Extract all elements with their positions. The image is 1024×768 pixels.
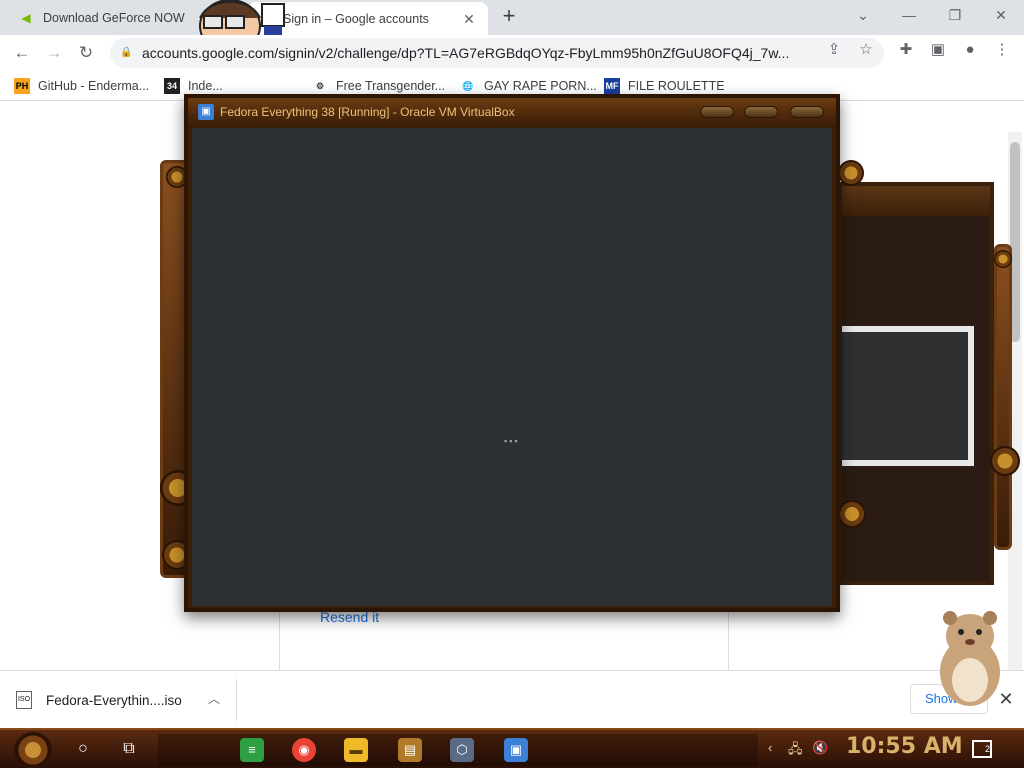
virtualbox-title: Fedora Everything 38 [Running] - Oracle … xyxy=(220,105,515,119)
close-window-button[interactable]: ✕ xyxy=(978,0,1024,32)
task-view-icon[interactable]: ⧉ xyxy=(116,736,142,762)
steampunk-pipe-right xyxy=(994,244,1012,550)
taskbar-clock[interactable]: 10:55 AM xyxy=(846,734,963,759)
bookmark-icon: 34 xyxy=(164,78,180,94)
background-window-titlebar xyxy=(842,186,990,216)
address-bar[interactable]: 🔒 accounts.google.com/signin/v2/challeng… xyxy=(110,38,884,68)
nvidia-icon: ◀ xyxy=(21,10,31,25)
minimize-button[interactable]: — xyxy=(886,0,932,32)
downloads-bar: ISO Fedora-Everythin....iso ︿ Show all ✕ xyxy=(0,670,1024,728)
bookmark-free-transgender[interactable]: ⚙ Free Transgender... xyxy=(312,77,445,95)
download-item[interactable]: ISO Fedora-Everythin....iso xyxy=(16,689,182,711)
bookmark-label: Inde... xyxy=(188,79,223,93)
search-icon[interactable]: ○ xyxy=(70,736,96,762)
gear-icon xyxy=(838,500,866,528)
vm-minimize-button[interactable] xyxy=(700,106,734,118)
bookmark-github[interactable]: PH GitHub - Enderma... xyxy=(14,77,149,95)
file-explorer-icon[interactable]: ▬ xyxy=(344,738,368,762)
divider xyxy=(236,679,237,721)
virtualbox-taskbar-icon[interactable]: ⬡ xyxy=(450,738,474,762)
globe-icon: 🌐 xyxy=(462,81,474,91)
virtualbox-icon: ▣ xyxy=(198,104,214,120)
vm-running-icon[interactable]: ▣ xyxy=(504,738,528,762)
virtualbox-titlebar[interactable]: ▣ Fedora Everything 38 [Running] - Oracl… xyxy=(188,98,836,126)
background-window-screen xyxy=(842,326,974,466)
bookmark-star-icon[interactable]: ☆ xyxy=(854,38,878,62)
taskbar: ○ ⧉ ≡ ◉ ▬ ▤ ⬡ ▣ ‹ 🖧 🔇 10:55 AM 2 xyxy=(0,728,1024,768)
bookmark-icon: MF xyxy=(604,78,620,94)
download-file-name: Fedora-Everythin....iso xyxy=(46,692,182,708)
vm-maximize-button[interactable] xyxy=(744,106,778,118)
chevron-up-icon[interactable]: ︿ xyxy=(204,689,224,709)
tray-expand-icon[interactable]: ‹ xyxy=(768,740,772,755)
gear-icon xyxy=(990,446,1020,476)
menu-icon[interactable]: ⋮ xyxy=(990,38,1014,62)
back-button[interactable]: ← xyxy=(8,39,36,67)
vm-close-button[interactable] xyxy=(790,106,824,118)
bookmark-label: GAY RAPE PORN... xyxy=(484,79,597,93)
bookmark-icon: ⚙ xyxy=(315,81,325,91)
restore-button[interactable]: ❐ xyxy=(932,0,978,32)
gear-icon xyxy=(838,160,864,186)
virtualbox-window[interactable]: ▣ Fedora Everything 38 [Running] - Oracl… xyxy=(184,94,840,612)
vm-display[interactable]: ▪▪▪ xyxy=(192,128,832,606)
start-button[interactable] xyxy=(14,732,52,768)
background-vm-window xyxy=(838,182,994,585)
chrome-icon[interactable]: ◉ xyxy=(292,738,316,762)
bookmark-file-roulette[interactable]: MF FILE ROULETTE xyxy=(604,77,725,95)
notification-center-icon[interactable]: 2 xyxy=(972,740,992,758)
notes-app-icon[interactable]: ≡ xyxy=(240,738,264,762)
lock-icon: 🔒 xyxy=(120,47,133,58)
reload-button[interactable]: ↻ xyxy=(72,39,100,67)
tab-strip: ◀ Download GeForce NOW G Sign in – Googl… xyxy=(0,0,1024,35)
url-text: accounts.google.com/signin/v2/challenge/… xyxy=(142,45,790,61)
bookmark-icon: PH xyxy=(14,78,30,94)
gear-icon xyxy=(994,250,1012,268)
bookmark-label: FILE ROULETTE xyxy=(628,79,725,93)
loading-indicator: ▪▪▪ xyxy=(504,436,520,446)
share-icon[interactable]: ⇪ xyxy=(822,38,846,62)
tab-label: Sign in – Google accounts xyxy=(283,11,429,26)
forward-button[interactable]: → xyxy=(40,39,68,67)
bookmark-label: GitHub - Enderma... xyxy=(38,79,150,93)
bookmark-inde[interactable]: 34 Inde... xyxy=(164,77,223,95)
new-tab-button[interactable]: + xyxy=(498,5,520,28)
browser-toolbar: ← → ↻ 🔒 accounts.google.com/signin/v2/ch… xyxy=(0,35,1024,71)
iso-file-icon: ISO xyxy=(16,691,32,709)
side-panel-icon[interactable]: ▣ xyxy=(926,38,950,62)
close-tab-icon[interactable]: ✕ xyxy=(460,10,478,28)
game-app-icon[interactable]: ▤ xyxy=(398,738,422,762)
profile-icon[interactable]: ● xyxy=(958,38,982,62)
bookmark-label: Free Transgender... xyxy=(336,79,446,93)
network-icon[interactable]: 🖧 xyxy=(788,740,803,762)
volume-muted-icon[interactable]: 🔇 xyxy=(812,740,828,756)
bookmark-gay-rape[interactable]: 🌐 GAY RAPE PORN... xyxy=(460,77,597,95)
hamster-sticker xyxy=(940,611,1000,706)
tab-search-icon[interactable]: ⌄ xyxy=(840,0,886,32)
extensions-icon[interactable]: ✚ xyxy=(894,38,918,62)
